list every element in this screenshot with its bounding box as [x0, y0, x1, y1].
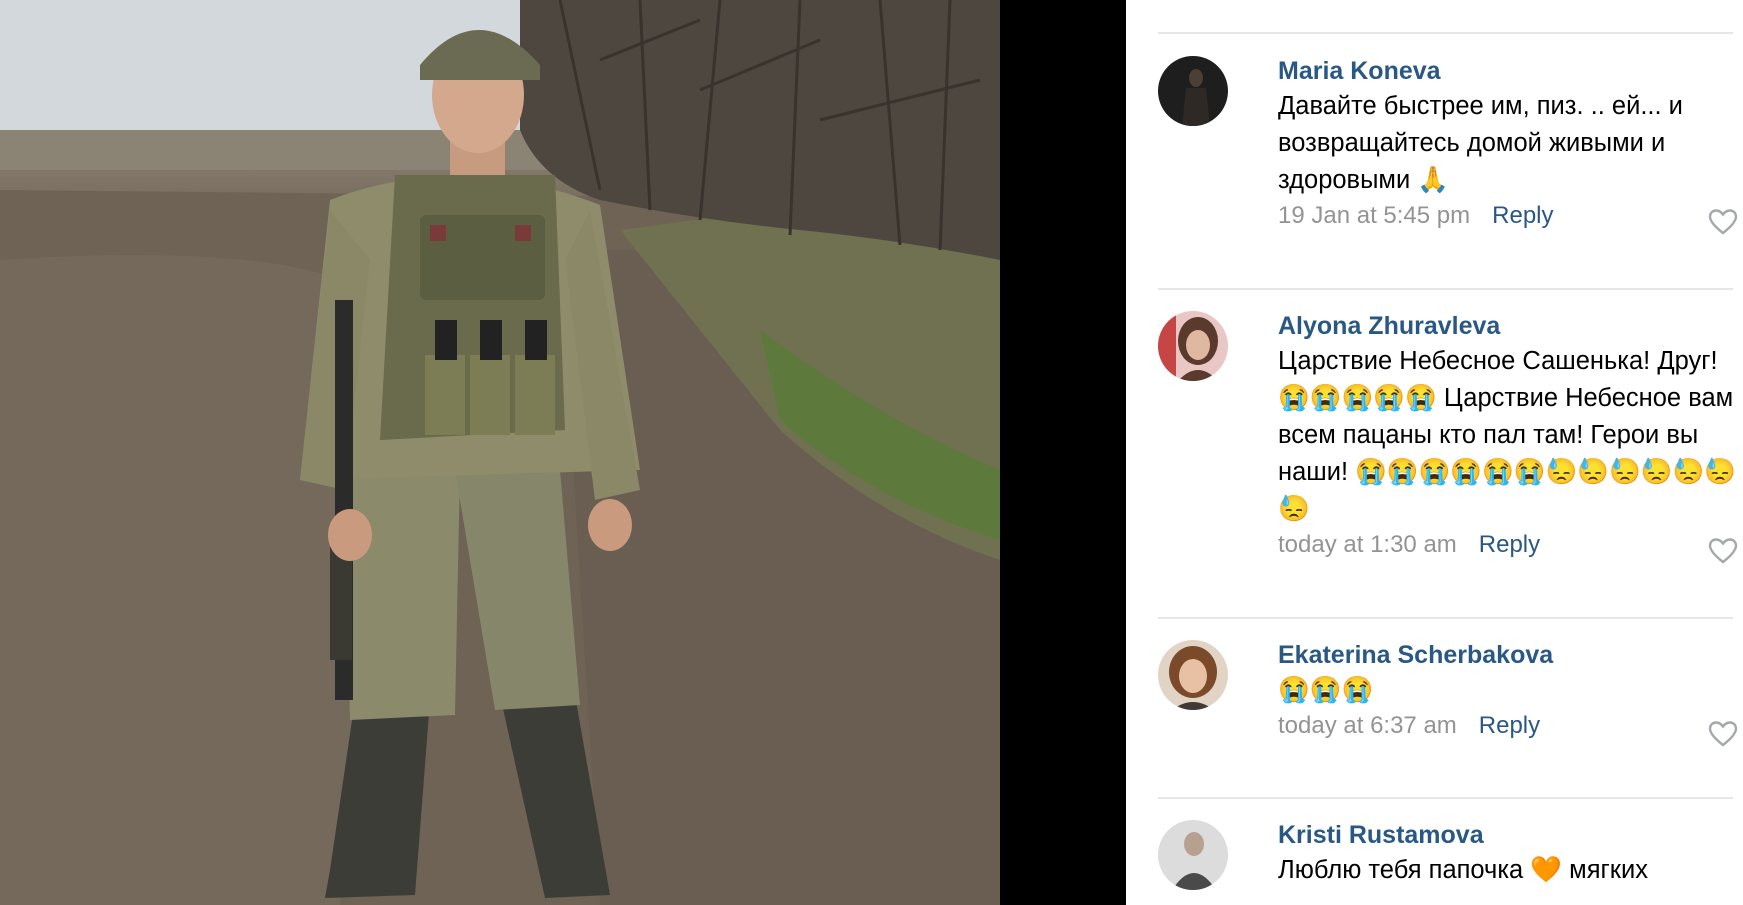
comment-divider [1158, 288, 1733, 290]
comment-item: Ekaterina Scherbakova 😭😭😭 today at 6:37 … [1158, 640, 1738, 755]
comment-timestamp[interactable]: today at 1:30 am [1278, 530, 1457, 560]
photo-illustration [0, 0, 1000, 905]
avatar-image [1158, 820, 1228, 890]
avatar[interactable] [1158, 56, 1228, 126]
comment-divider [1158, 32, 1733, 34]
reply-button[interactable]: Reply [1492, 201, 1553, 231]
avatar[interactable] [1158, 640, 1228, 710]
comment-author[interactable]: Alyona Zhuravleva [1278, 311, 1738, 341]
comment-text: Люблю тебя папочка 🧡 мягких [1278, 856, 1648, 884]
comment-item: Kristi Rustamova Люблю тебя папочка 🧡 мя… [1158, 820, 1738, 905]
avatar-image [1158, 56, 1228, 126]
comment-meta: today at 6:37 am Reply [1278, 711, 1738, 741]
comment-text: Царствие Небесное Сашенька! Друг! 😭😭😭😭😭 … [1278, 347, 1737, 523]
comment-body: Ekaterina Scherbakova 😭😭😭 today at 6:37 … [1278, 640, 1738, 741]
comment-divider [1158, 797, 1733, 799]
comment-meta: 19 Jan at 5:45 pm Reply [1278, 201, 1738, 231]
comment-author[interactable]: Maria Koneva [1278, 56, 1738, 86]
comment-author[interactable]: Kristi Rustamova [1278, 820, 1738, 850]
comments-panel: Maria Koneva Давайте быстрее им, пиз. ..… [1126, 0, 1743, 905]
heart-outline-icon[interactable] [1708, 720, 1738, 748]
heart-outline-icon[interactable] [1708, 208, 1738, 236]
avatar-image [1158, 311, 1228, 381]
comment-timestamp[interactable]: today at 6:37 am [1278, 711, 1457, 741]
comment-timestamp[interactable]: 19 Jan at 5:45 pm [1278, 201, 1470, 231]
comment-body: Alyona Zhuravleva Царствие Небесное Саше… [1278, 311, 1738, 560]
reply-button[interactable]: Reply [1479, 711, 1540, 741]
avatar[interactable] [1158, 311, 1228, 381]
comment-body: Kristi Rustamova Люблю тебя папочка 🧡 мя… [1278, 820, 1738, 889]
photo-viewer [0, 0, 1126, 905]
comment-item: Alyona Zhuravleva Царствие Небесное Саше… [1158, 311, 1738, 581]
avatar-image [1158, 640, 1228, 710]
comment-item: Maria Koneva Давайте быстрее им, пиз. ..… [1158, 56, 1738, 246]
heart-outline-icon[interactable] [1708, 537, 1738, 565]
comment-body: Maria Koneva Давайте быстрее им, пиз. ..… [1278, 56, 1738, 231]
comment-text: 😭😭😭 [1278, 676, 1374, 704]
post-photo[interactable] [0, 0, 1000, 905]
avatar[interactable] [1158, 820, 1228, 890]
reply-button[interactable]: Reply [1479, 530, 1540, 560]
comment-meta: today at 1:30 am Reply [1278, 530, 1738, 560]
comment-divider [1158, 617, 1733, 619]
comment-text: Давайте быстрее им, пиз. .. ей... и возв… [1278, 92, 1683, 194]
comment-author[interactable]: Ekaterina Scherbakova [1278, 640, 1738, 670]
